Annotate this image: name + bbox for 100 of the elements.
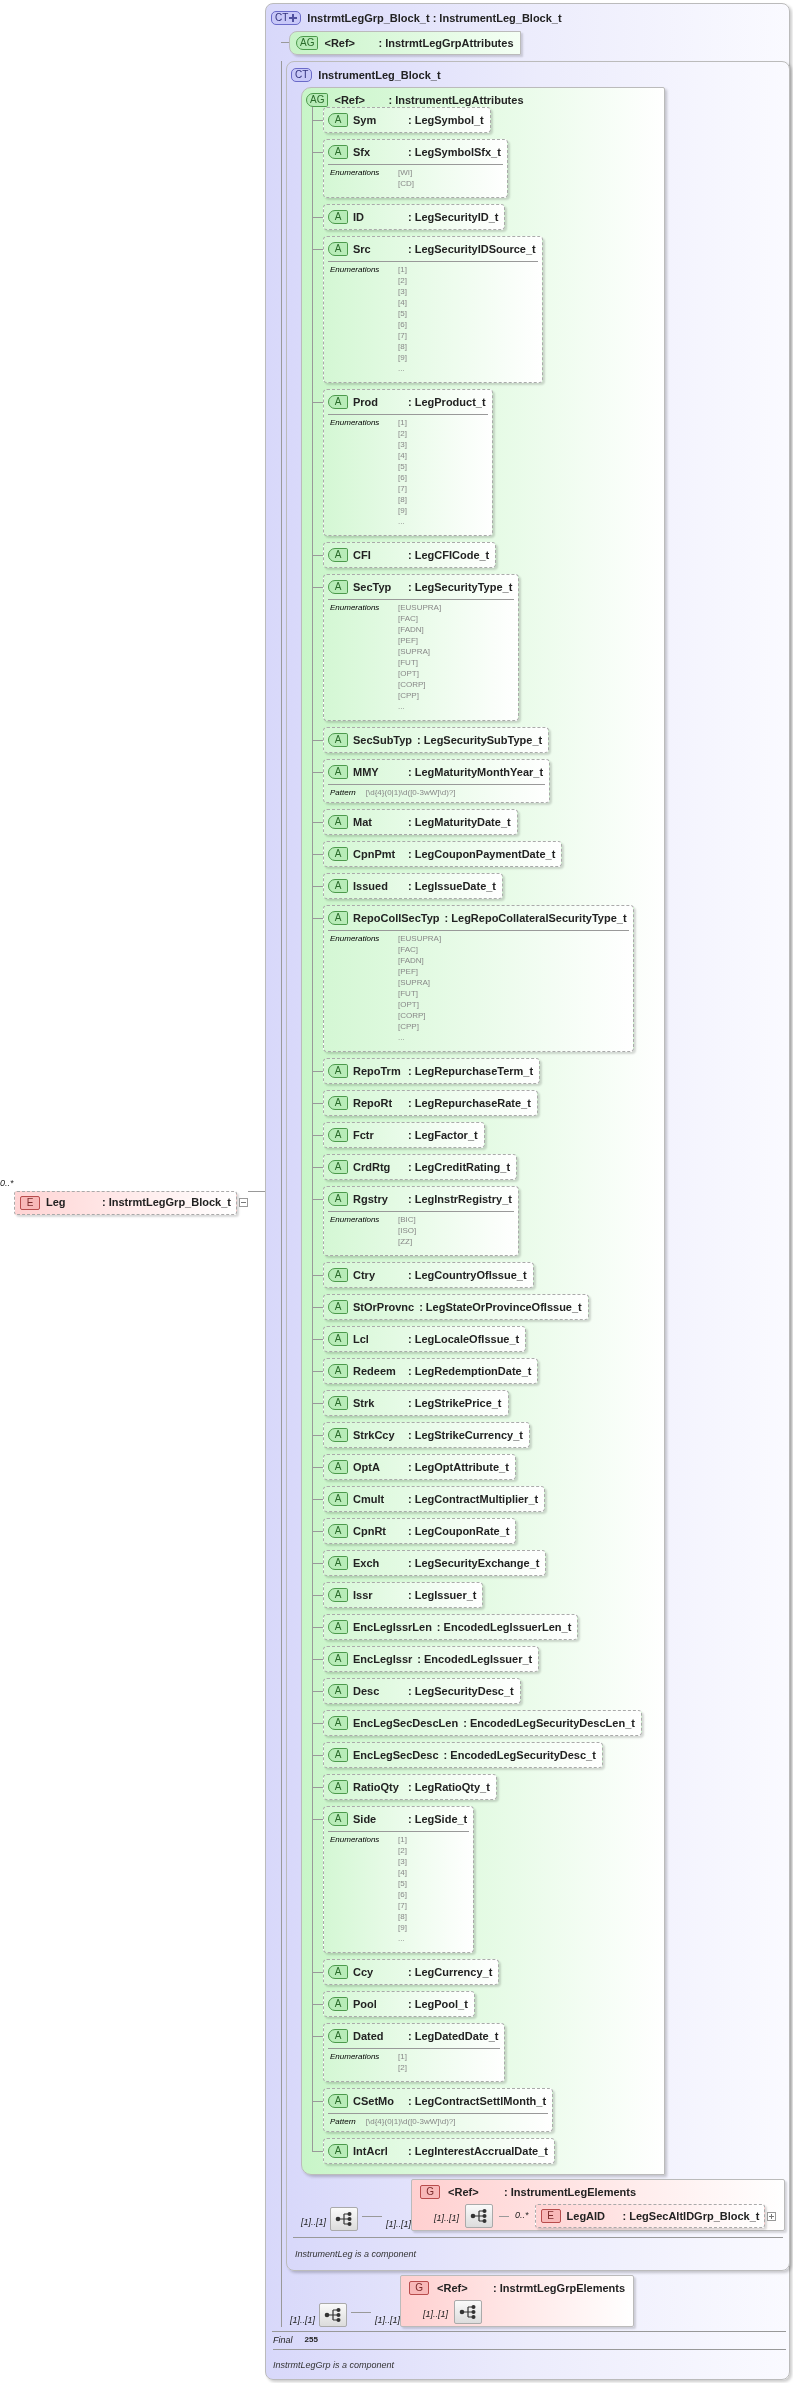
sequence-icon[interactable] bbox=[330, 2207, 358, 2231]
attribute-type: : LegSecurityType_t bbox=[408, 579, 514, 595]
attribute-type: : LegStateOrProvinceOfIssue_t bbox=[419, 1299, 583, 1315]
attribute-name: CpnRt bbox=[353, 1523, 387, 1539]
type-badge: A bbox=[328, 1428, 348, 1442]
enumeration-value: [2] bbox=[398, 428, 407, 439]
attribute-type: : EncodedLegIssuer_t bbox=[417, 1651, 534, 1667]
enumeration-value: [8] bbox=[398, 1911, 407, 1922]
enumeration-value: [FADN] bbox=[398, 955, 425, 966]
enumeration-value: [OPT] bbox=[398, 999, 420, 1010]
type-title: InstrumentLeg_Block_t bbox=[318, 67, 441, 83]
attribute-type: : LegStrikePrice_t bbox=[408, 1395, 503, 1411]
attribute-type: : LegRatioQty_t bbox=[408, 1779, 491, 1795]
attribute-name: Lcl bbox=[353, 1331, 370, 1347]
enumeration-value: [ZZ] bbox=[398, 1236, 414, 1247]
attribute-type: : LegRepoCollateralSecurityType_t bbox=[444, 910, 628, 926]
attribute-name: SecTyp bbox=[353, 579, 393, 595]
type-badge: A bbox=[328, 242, 348, 256]
sequence-icon[interactable] bbox=[465, 2204, 494, 2228]
enumeration-value: [FAC] bbox=[398, 613, 419, 624]
component-note: InstrmtLegGrp is a component bbox=[273, 2360, 395, 2370]
attribute-type: : EncodedLegSecurityDesc_t bbox=[443, 1747, 597, 1763]
attribute-type: : LegContractSettlMonth_t bbox=[408, 2093, 548, 2109]
enumeration-value: [FADN] bbox=[398, 624, 425, 635]
facet-label: Enumerations bbox=[330, 933, 381, 945]
attribute-name: Dated bbox=[353, 2028, 385, 2044]
enumeration-value: [FUT] bbox=[398, 988, 419, 999]
enumeration-value: [3] bbox=[398, 286, 407, 297]
type-badge: A bbox=[328, 879, 348, 893]
attribute-type: : LegMaturityDate_t bbox=[408, 814, 512, 830]
type-badge: A bbox=[328, 1812, 348, 1826]
enumeration-value: [1] bbox=[398, 264, 407, 275]
sequence-icon[interactable] bbox=[454, 2300, 483, 2324]
element-name: Leg bbox=[46, 1195, 67, 1211]
attribute-type: : LegCurrency_t bbox=[408, 1964, 494, 1980]
type-badge: CT bbox=[291, 68, 313, 82]
attribute-type: : LegSide_t bbox=[408, 1811, 469, 1827]
enumeration-value: [8] bbox=[398, 494, 407, 505]
facet-label: Enumerations bbox=[330, 1834, 381, 1846]
attribute-type: : LegCreditRating_t bbox=[408, 1159, 512, 1175]
type-badge: A bbox=[328, 1748, 348, 1762]
attribute-type: : LegSymbol_t bbox=[408, 112, 485, 128]
type-badge: A bbox=[328, 1128, 348, 1142]
type-badge: A bbox=[328, 113, 348, 127]
attribute-type: : LegProduct_t bbox=[408, 394, 487, 410]
attribute-name: Fctr bbox=[353, 1127, 375, 1143]
pattern-value: [\d{4}(0|1)\d([0-3wW]\d)?] bbox=[365, 2116, 456, 2127]
sequence-icon[interactable] bbox=[319, 2303, 347, 2327]
expand-icon[interactable] bbox=[767, 2211, 777, 2221]
enumeration-value: [SUPRA] bbox=[398, 646, 431, 657]
type-badge: A bbox=[328, 1997, 348, 2011]
enumeration-value: [CORP] bbox=[398, 679, 427, 690]
facet-label: Enumerations bbox=[330, 1214, 381, 1226]
enumeration-value: [6] bbox=[398, 319, 407, 330]
enumeration-value: [ISO] bbox=[398, 1225, 417, 1236]
attribute-type: : LegCouponPaymentDate_t bbox=[408, 846, 557, 862]
attribute-name: IntAcrl bbox=[353, 2143, 389, 2159]
attribute-type: : LegCFICode_t bbox=[408, 547, 491, 563]
badge-label: CT bbox=[275, 13, 289, 23]
enumeration-value: [7] bbox=[398, 483, 407, 494]
type-badge: A bbox=[328, 1684, 348, 1698]
attribute-name: EncLegSecDesc bbox=[353, 1747, 439, 1763]
type-badge: A bbox=[328, 1300, 348, 1314]
enumeration-value: [6] bbox=[398, 472, 407, 483]
collapse-icon[interactable] bbox=[238, 1198, 248, 1207]
facet-label: Enumerations bbox=[330, 602, 381, 614]
type-badge: A bbox=[328, 1556, 348, 1570]
enumeration-value: [BIC] bbox=[398, 1214, 417, 1225]
facet-label: Enumerations bbox=[330, 264, 381, 276]
multiplicity-label: [1]..[1] bbox=[375, 2313, 401, 2327]
type-badge: A bbox=[328, 395, 348, 409]
enumeration-value: [2] bbox=[398, 1845, 407, 1856]
enumeration-value: [3] bbox=[398, 439, 407, 450]
enumeration-value: ... bbox=[398, 1032, 406, 1043]
type-badge: A bbox=[328, 1096, 348, 1110]
enumeration-value: [2] bbox=[398, 2062, 407, 2073]
type-badge: A bbox=[328, 580, 348, 594]
multiplicity-label: [1]..[1] bbox=[423, 2309, 449, 2319]
type-badge: A bbox=[328, 210, 348, 224]
multiplicity-label: 0..* bbox=[0, 1177, 14, 1188]
facet-label: Pattern bbox=[330, 787, 356, 798]
enumeration-value: [PEF] bbox=[398, 966, 419, 977]
type-badge: A bbox=[328, 815, 348, 829]
type-badge: A bbox=[328, 1064, 348, 1078]
component-note: InstrumentLeg is a component bbox=[295, 2249, 417, 2259]
multiplicity-label: [1]..[1] bbox=[290, 2313, 315, 2327]
type-badge: A bbox=[328, 1460, 348, 1474]
attribute-name: Exch bbox=[353, 1555, 381, 1571]
enumeration-value: [5] bbox=[398, 461, 407, 472]
type-badge: AG bbox=[296, 36, 319, 50]
attribute-type: : LegContractMultiplier_t bbox=[408, 1491, 540, 1507]
attribute-type: : LegInstrRegistry_t bbox=[408, 1191, 513, 1207]
type-badge: A bbox=[328, 2094, 348, 2108]
type-badge: A bbox=[328, 1780, 348, 1794]
attribute-type: : LegSymbolSfx_t bbox=[408, 144, 502, 160]
facet-label: Enumerations bbox=[330, 417, 381, 429]
attribute-name: RepoCollSecTyp bbox=[353, 910, 440, 926]
type-badge: A bbox=[328, 1160, 348, 1174]
property-value: 255 bbox=[304, 2333, 318, 2346]
type-badge: E bbox=[20, 1195, 40, 1210]
